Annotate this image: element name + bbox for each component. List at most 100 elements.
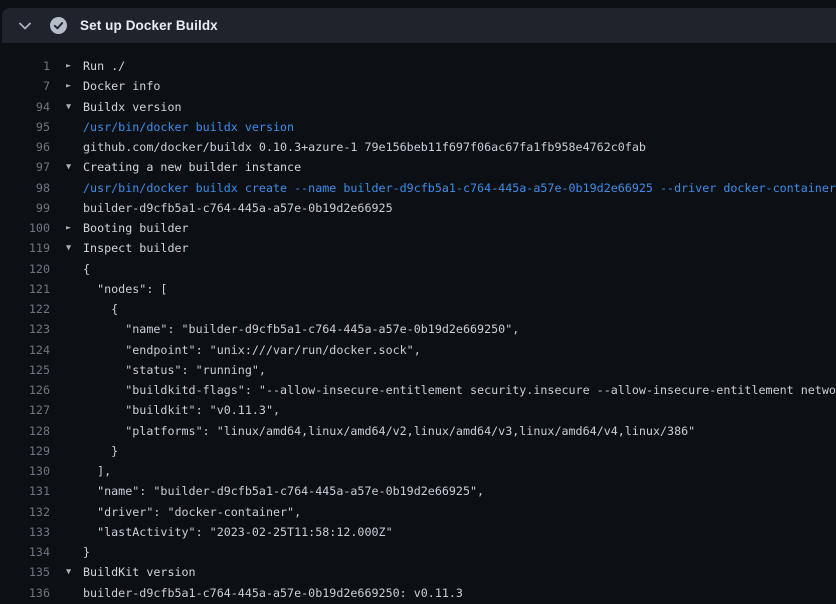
- log-text: "driver": "docker-container",: [80, 502, 836, 522]
- group-toggle-icon: [50, 299, 80, 319]
- group-toggle-icon: [50, 542, 80, 562]
- log-line: 120 {: [0, 259, 836, 279]
- group-toggle-icon: [50, 502, 80, 522]
- line-number[interactable]: 119: [0, 238, 50, 258]
- log-text: "name": "builder-d9cfb5a1-c764-445a-a57e…: [80, 319, 836, 339]
- log-text: /usr/bin/docker buildx create --name bui…: [80, 178, 836, 198]
- log-text[interactable]: Run ./: [80, 56, 836, 76]
- log-line: 121 "nodes": [: [0, 279, 836, 299]
- group-toggle-icon[interactable]: ►: [50, 56, 80, 76]
- group-toggle-icon[interactable]: ►: [50, 76, 80, 96]
- line-number[interactable]: 121: [0, 279, 50, 299]
- line-number[interactable]: 124: [0, 340, 50, 360]
- log-line: 122 {: [0, 299, 836, 319]
- group-toggle-icon[interactable]: ▼: [50, 238, 80, 258]
- log-line: 129 }: [0, 441, 836, 461]
- log-text: builder-d9cfb5a1-c764-445a-a57e-0b19d2e6…: [80, 198, 836, 218]
- line-number[interactable]: 127: [0, 400, 50, 420]
- step-title: Set up Docker Buildx: [80, 18, 218, 33]
- log-line: 95 /usr/bin/docker buildx version: [0, 117, 836, 137]
- log-text[interactable]: Inspect builder: [80, 238, 836, 258]
- group-toggle-icon: [50, 481, 80, 501]
- log-text[interactable]: BuildKit version: [80, 562, 836, 582]
- group-toggle-icon: [50, 137, 80, 157]
- step-header[interactable]: Set up Docker Buildx: [2, 8, 836, 43]
- log-line: 127 "buildkit": "v0.11.3",: [0, 400, 836, 420]
- line-number[interactable]: 1: [0, 56, 50, 76]
- line-number[interactable]: 133: [0, 522, 50, 542]
- log-line: 135 ▼ BuildKit version: [0, 562, 836, 582]
- log-line: 97 ▼ Creating a new builder instance: [0, 157, 836, 177]
- group-toggle-icon: [50, 279, 80, 299]
- line-number[interactable]: 94: [0, 97, 50, 117]
- log-line: 133 "lastActivity": "2023-02-25T11:58:12…: [0, 522, 836, 542]
- line-number[interactable]: 129: [0, 441, 50, 461]
- log-line: 96 github.com/docker/buildx 0.10.3+azure…: [0, 137, 836, 157]
- group-toggle-icon[interactable]: ►: [50, 218, 80, 238]
- group-toggle-icon[interactable]: ▼: [50, 562, 80, 582]
- group-toggle-icon: [50, 583, 80, 603]
- log-line: 128 "platforms": "linux/amd64,linux/amd6…: [0, 421, 836, 441]
- group-toggle-icon[interactable]: ▼: [50, 97, 80, 117]
- line-number[interactable]: 97: [0, 157, 50, 177]
- log-lines: 1 ► Run ./ 7 ► Docker info 94 ▼ Buildx v…: [0, 43, 836, 604]
- log-line: 124 "endpoint": "unix:///var/run/docker.…: [0, 340, 836, 360]
- log-text[interactable]: Docker info: [80, 76, 836, 96]
- group-toggle-icon: [50, 380, 80, 400]
- group-toggle-icon: [50, 522, 80, 542]
- line-number[interactable]: 126: [0, 380, 50, 400]
- line-number[interactable]: 134: [0, 542, 50, 562]
- log-text: "status": "running",: [80, 360, 836, 380]
- line-number[interactable]: 135: [0, 562, 50, 582]
- line-number[interactable]: 123: [0, 319, 50, 339]
- group-toggle-icon: [50, 461, 80, 481]
- log-text: {: [80, 259, 836, 279]
- group-toggle-icon: [50, 400, 80, 420]
- line-number[interactable]: 136: [0, 583, 50, 603]
- log-text[interactable]: Creating a new builder instance: [80, 157, 836, 177]
- line-number[interactable]: 128: [0, 421, 50, 441]
- log-line: 99 builder-d9cfb5a1-c764-445a-a57e-0b19d…: [0, 198, 836, 218]
- log-text: {: [80, 299, 836, 319]
- log-line: 130 ],: [0, 461, 836, 481]
- log-line: 94 ▼ Buildx version: [0, 97, 836, 117]
- log-line: 136 builder-d9cfb5a1-c764-445a-a57e-0b19…: [0, 583, 836, 603]
- log-line: 126 "buildkitd-flags": "--allow-insecure…: [0, 380, 836, 400]
- line-number[interactable]: 95: [0, 117, 50, 137]
- log-line: 100 ► Booting builder: [0, 218, 836, 238]
- line-number[interactable]: 100: [0, 218, 50, 238]
- chevron-down-icon[interactable]: [18, 19, 32, 33]
- line-number[interactable]: 99: [0, 198, 50, 218]
- line-number[interactable]: 120: [0, 259, 50, 279]
- log-text: }: [80, 441, 836, 461]
- log-line: 134 }: [0, 542, 836, 562]
- log-text: ],: [80, 461, 836, 481]
- line-number[interactable]: 130: [0, 461, 50, 481]
- log-line: 132 "driver": "docker-container",: [0, 502, 836, 522]
- group-toggle-icon: [50, 441, 80, 461]
- log-text: "platforms": "linux/amd64,linux/amd64/v2…: [80, 421, 836, 441]
- log-text: github.com/docker/buildx 0.10.3+azure-1 …: [80, 137, 836, 157]
- log-text[interactable]: Buildx version: [80, 97, 836, 117]
- group-toggle-icon: [50, 117, 80, 137]
- group-toggle-icon: [50, 259, 80, 279]
- group-toggle-icon[interactable]: ▼: [50, 157, 80, 177]
- group-toggle-icon: [50, 198, 80, 218]
- log-text[interactable]: Booting builder: [80, 218, 836, 238]
- log-text: "name": "builder-d9cfb5a1-c764-445a-a57e…: [80, 481, 836, 501]
- log-text: /usr/bin/docker buildx version: [80, 117, 836, 137]
- log-line: 119 ▼ Inspect builder: [0, 238, 836, 258]
- log-line: 98 /usr/bin/docker buildx create --name …: [0, 178, 836, 198]
- group-toggle-icon: [50, 340, 80, 360]
- line-number[interactable]: 125: [0, 360, 50, 380]
- log-text: "buildkit": "v0.11.3",: [80, 400, 836, 420]
- line-number[interactable]: 132: [0, 502, 50, 522]
- line-number[interactable]: 7: [0, 76, 50, 96]
- log-line: 131 "name": "builder-d9cfb5a1-c764-445a-…: [0, 481, 836, 501]
- line-number[interactable]: 131: [0, 481, 50, 501]
- line-number[interactable]: 98: [0, 178, 50, 198]
- group-toggle-icon: [50, 421, 80, 441]
- line-number[interactable]: 122: [0, 299, 50, 319]
- log-text: builder-d9cfb5a1-c764-445a-a57e-0b19d2e6…: [80, 583, 836, 603]
- line-number[interactable]: 96: [0, 137, 50, 157]
